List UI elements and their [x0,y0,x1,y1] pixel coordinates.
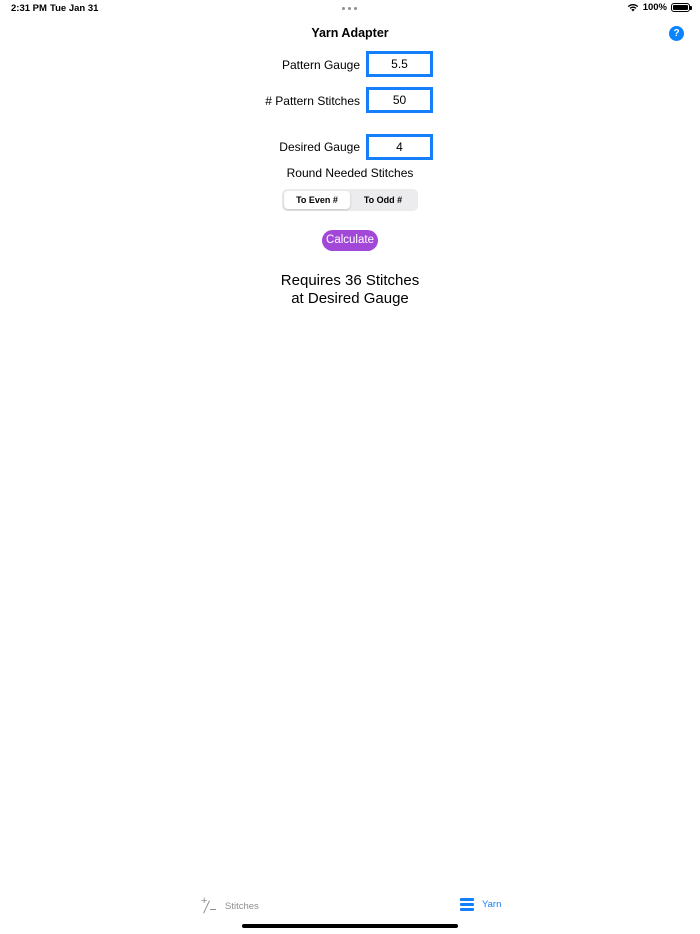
desired-gauge-label: Desired Gauge [279,140,360,154]
list-icon [460,898,474,911]
plus-minus-icon: + [201,895,217,914]
pattern-gauge-field[interactable]: 5.5 [366,51,433,77]
status-date: Tue Jan 31 [50,3,99,14]
segment-to-odd[interactable]: To Odd # [350,191,416,209]
tab-stitches-label: Stitches [225,900,259,912]
desired-gauge-field[interactable]: 4 [366,134,433,160]
pattern-stitches-field[interactable]: 50 [366,87,433,113]
home-indicator[interactable] [242,924,458,928]
round-stitches-label: Round Needed Stitches [286,166,414,180]
segment-to-even[interactable]: To Even # [284,191,350,209]
round-segmented-control: To Even # To Odd # [282,189,418,211]
tab-yarn-label: Yarn [482,899,502,910]
tab-yarn[interactable]: Yarn [460,898,501,911]
tab-stitches[interactable]: + Stitches [201,895,259,914]
result-line-2: at Desired Gauge [291,290,409,307]
battery-icon [671,3,692,12]
multitasking-dots-icon[interactable] [342,7,357,10]
page-title: Yarn Adapter [311,26,389,40]
pattern-gauge-label: Pattern Gauge [281,58,360,72]
pattern-stitches-label: # Pattern Stitches [265,94,360,108]
battery-percent: 100% [642,2,667,13]
status-time: 2:31 PM [11,3,47,14]
calculate-button[interactable]: Calculate [322,230,378,251]
result-text: Requires 36 Stitches at Desired Gauge [0,272,700,308]
help-button[interactable]: ? [669,26,684,41]
screen: 2:31 PM Tue Jan 31 100% Yarn Adapter ? P… [0,0,700,934]
wifi-icon [627,3,638,12]
result-line-1: Requires 36 Stitches [280,272,420,289]
status-right: 100% [627,2,692,13]
